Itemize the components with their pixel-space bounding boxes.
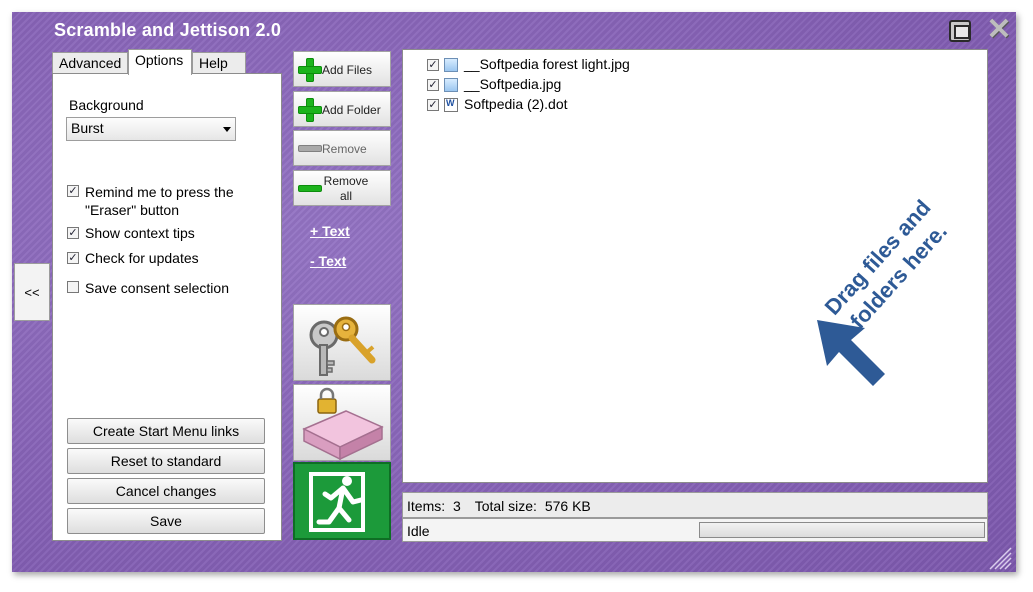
plus-icon: [298, 58, 322, 82]
remind-eraser-label: Remind me to press the "Eraser" button: [85, 184, 234, 218]
add-folder-button[interactable]: Add Folder: [293, 91, 391, 127]
options-tabs: Advanced Options Help: [52, 49, 282, 75]
encrypt-keys-button[interactable]: [293, 304, 391, 381]
file-name: __Softpedia forest light.jpg: [464, 56, 630, 72]
chevron-down-icon: [223, 127, 231, 132]
restore-button[interactable]: [949, 20, 971, 42]
add-folder-label: Add Folder: [322, 103, 381, 117]
items-label: Items:: [407, 498, 446, 514]
increase-text-link[interactable]: + Text: [310, 223, 350, 239]
tab-options[interactable]: Options: [128, 49, 192, 75]
list-item[interactable]: ✓ __Softpedia forest light.jpg: [427, 56, 727, 74]
remind-eraser-checkbox[interactable]: ✓: [67, 185, 79, 197]
close-button[interactable]: ✕: [984, 15, 1014, 46]
decrease-text-link[interactable]: - Text: [310, 253, 346, 269]
save-consent-checkbox[interactable]: [67, 281, 79, 293]
summary-status-bar: Items: 3 Total size: 576 KB: [402, 492, 988, 518]
minus-icon: [298, 185, 322, 192]
context-tips-label: Show context tips: [85, 225, 195, 241]
exit-button[interactable]: [293, 462, 391, 540]
app-window: Scramble and Jettison 2.0 ✕ << Advanced …: [12, 12, 1016, 572]
background-select[interactable]: Burst: [66, 117, 236, 141]
context-tips-checkbox[interactable]: ✓: [67, 227, 79, 239]
file-checkbox[interactable]: ✓: [427, 79, 439, 91]
add-files-label: Add Files: [322, 63, 373, 77]
remove-label: Remove: [322, 142, 367, 156]
collapse-panel-button[interactable]: <<: [14, 263, 50, 321]
plus-icon: [298, 98, 322, 122]
progress-status-bar: Idle: [402, 518, 988, 542]
file-checkbox[interactable]: ✓: [427, 59, 439, 71]
word-doc-icon: [444, 98, 458, 112]
shred-eraser-button[interactable]: [293, 384, 391, 461]
remove-all-label-line1: Remove: [323, 174, 369, 188]
file-checkbox[interactable]: ✓: [427, 99, 439, 111]
minus-icon: [298, 145, 322, 152]
tab-help[interactable]: Help: [192, 52, 246, 74]
list-item[interactable]: ✓ Softpedia (2).dot: [427, 96, 727, 114]
resize-grip-icon[interactable]: [986, 544, 1012, 570]
image-icon: [444, 58, 458, 72]
items-count: 3: [453, 498, 461, 514]
file-name: __Softpedia.jpg: [464, 76, 562, 92]
tab-advanced[interactable]: Advanced: [52, 52, 128, 74]
remove-all-label-line2: all: [339, 189, 352, 203]
list-item[interactable]: ✓ __Softpedia.jpg: [427, 76, 727, 94]
total-size-label: Total size:: [474, 498, 537, 514]
remove-button[interactable]: Remove: [293, 130, 391, 166]
add-files-button[interactable]: Add Files: [293, 51, 391, 87]
background-select-value: Burst: [71, 120, 104, 136]
image-icon: [444, 78, 458, 92]
options-panel: Background Burst ✓ Remind me to press th…: [52, 73, 282, 541]
save-consent-label: Save consent selection: [85, 280, 229, 296]
save-button[interactable]: Save: [67, 508, 265, 534]
remove-all-button[interactable]: Remove all: [293, 170, 391, 206]
check-updates-label: Check for updates: [85, 250, 199, 266]
window-title: Scramble and Jettison 2.0: [54, 20, 282, 40]
status-text: Idle: [407, 523, 430, 539]
exit-icon: [298, 467, 386, 535]
cancel-changes-button[interactable]: Cancel changes: [67, 478, 265, 504]
total-size-value: 576 KB: [544, 498, 591, 514]
keys-icon: [309, 316, 376, 376]
progress-bar: [699, 522, 985, 538]
reset-standard-button[interactable]: Reset to standard: [67, 448, 265, 474]
background-label: Background: [69, 97, 144, 113]
check-updates-checkbox[interactable]: ✓: [67, 252, 79, 264]
eraser-lock-icon: [302, 387, 384, 461]
file-name: Softpedia (2).dot: [464, 96, 568, 112]
create-start-menu-button[interactable]: Create Start Menu links: [67, 418, 265, 444]
